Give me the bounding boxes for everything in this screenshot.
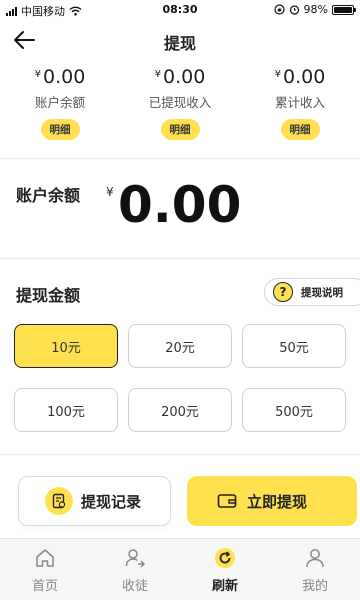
page-title: 提现	[163, 34, 196, 53]
balance-currency: ¥	[106, 185, 114, 199]
detail-button[interactable]: 明细	[40, 119, 80, 140]
battery-icon	[332, 4, 356, 15]
tab-label: 首页	[31, 579, 58, 594]
stat-label: 账户余额	[34, 95, 85, 110]
amount-option-500[interactable]: 500元	[242, 388, 346, 432]
nav-bar: 提现	[0, 20, 360, 60]
divider	[0, 454, 360, 455]
battery-fill	[334, 6, 352, 13]
stat-label: 累计收入	[274, 95, 325, 110]
user-icon	[306, 549, 324, 568]
tab-label: 收徒	[121, 579, 148, 594]
stat-withdrawn-income: ¥0.00 已提现收入 明细	[120, 66, 240, 140]
balance-value: 0.00	[118, 176, 242, 234]
currency-symbol: ¥	[274, 69, 282, 80]
amount-option-50[interactable]: 50元	[242, 324, 346, 368]
amount-option-20[interactable]: 20元	[128, 324, 232, 368]
tab-label: 我的	[301, 579, 328, 594]
stat-value: 0.00	[163, 66, 206, 88]
records-icon	[45, 487, 73, 515]
question-icon: ?	[273, 282, 293, 302]
tab-label: 刷新	[211, 579, 238, 594]
stat-amount: ¥0.00	[120, 66, 240, 88]
rotation-lock-icon	[273, 4, 285, 15]
withdraw-records-button[interactable]: 提现记录	[18, 476, 171, 526]
stat-account-balance: ¥0.00 账户余额 明细	[0, 66, 120, 140]
tab-refresh[interactable]: 刷新	[180, 547, 270, 594]
stat-value: 0.00	[283, 66, 326, 88]
home-icon	[36, 549, 54, 567]
divider	[0, 158, 360, 159]
tab-mine[interactable]: 我的	[270, 547, 360, 594]
status-right: 98%	[273, 3, 356, 16]
add-user-icon	[125, 549, 146, 568]
currency-symbol: ¥	[154, 69, 162, 80]
amount-option-200[interactable]: 200元	[128, 388, 232, 432]
detail-button[interactable]: 明细	[160, 119, 200, 140]
stat-label: 已提现收入	[148, 95, 212, 110]
tab-bar: 首页 收徒 刷新 我的	[0, 538, 360, 600]
stat-amount: ¥0.00	[240, 66, 360, 88]
stat-amount: ¥0.00	[0, 66, 120, 88]
tab-home[interactable]: 首页	[0, 547, 90, 594]
withdraw-now-button[interactable]: 立即提现	[187, 476, 357, 526]
currency-symbol: ¥	[34, 69, 42, 80]
detail-button[interactable]: 明细	[280, 119, 320, 140]
withdraw-records-label: 提现记录	[81, 492, 142, 511]
stat-total-income: ¥0.00 累计收入 明细	[240, 66, 360, 140]
wallet-icon	[217, 494, 237, 508]
withdraw-now-label: 立即提现	[247, 492, 308, 511]
withdraw-explain-button[interactable]: ? 提现说明	[264, 278, 360, 306]
balance-label: 账户余额	[16, 186, 81, 205]
withdraw-explain-label: 提现说明	[301, 286, 343, 299]
stats-row: ¥0.00 账户余额 明细 ¥0.00 已提现收入 明细 ¥0.00 累计收入 …	[0, 66, 360, 142]
divider	[0, 258, 360, 259]
alarm-icon	[289, 5, 299, 15]
amount-option-10[interactable]: 10元	[14, 324, 118, 368]
battery-percent: 98%	[303, 3, 328, 16]
amount-option-100[interactable]: 100元	[14, 388, 118, 432]
refresh-icon	[215, 548, 235, 568]
withdraw-amount-title: 提现金额	[16, 286, 81, 305]
tab-recruit[interactable]: 收徒	[90, 547, 180, 594]
stat-value: 0.00	[43, 66, 86, 88]
status-bar: 中国移动 08:30 98%	[0, 0, 360, 20]
